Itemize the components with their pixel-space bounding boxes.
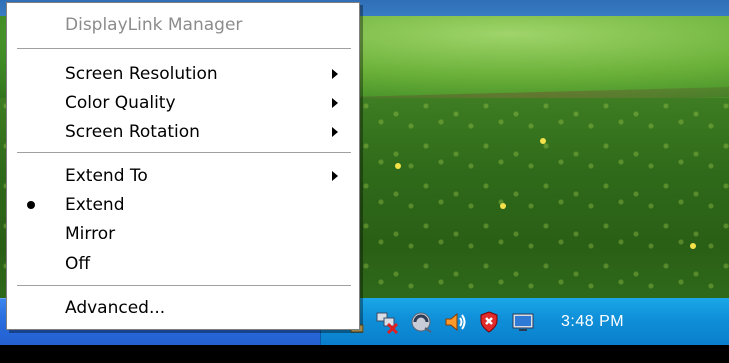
volume-icon[interactable] xyxy=(443,310,467,334)
menu-item-screen-resolution[interactable]: Screen Resolution xyxy=(7,59,359,89)
menu-item-advanced[interactable]: Advanced... xyxy=(7,293,359,323)
menu-header: DisplayLink Manager xyxy=(65,15,243,35)
flower xyxy=(395,163,401,169)
menu-item-color-quality[interactable]: Color Quality xyxy=(7,88,359,118)
menu-item-label: Off xyxy=(65,254,91,274)
screen-bottom-edge xyxy=(0,345,729,363)
menu-item-label: Color Quality xyxy=(65,93,176,113)
menu-item-label: Advanced... xyxy=(65,298,166,318)
menu-separator xyxy=(17,48,351,50)
menu-item-extend[interactable]: Extend xyxy=(7,190,359,220)
flower xyxy=(540,138,546,144)
menu-separator xyxy=(17,285,351,287)
submenu-arrow-icon xyxy=(332,98,338,108)
submenu-arrow-icon xyxy=(332,69,338,79)
menu-item-extend-to[interactable]: Extend To xyxy=(7,161,359,191)
menu-item-screen-rotation[interactable]: Screen Rotation xyxy=(7,117,359,147)
menu-item-off[interactable]: Off xyxy=(7,249,359,279)
taskbar-clock[interactable]: 3:48 PM xyxy=(561,313,624,331)
flower xyxy=(690,243,696,249)
menu-item-label: Screen Rotation xyxy=(65,122,200,142)
system-tray: 3:48 PM xyxy=(320,298,729,345)
flower xyxy=(500,203,506,209)
menu-item-label: Mirror xyxy=(65,224,116,244)
menu-item-label: Extend xyxy=(65,195,125,215)
security-shield-icon[interactable] xyxy=(477,310,501,334)
menu-separator xyxy=(17,152,351,154)
menu-item-label: Screen Resolution xyxy=(65,64,218,84)
network-disconnected-icon[interactable] xyxy=(375,310,399,334)
monitor-icon[interactable] xyxy=(511,310,535,334)
displaylink-context-menu: DisplayLink Manager Screen Resolution Co… xyxy=(6,2,360,330)
displaylink-icon[interactable] xyxy=(409,310,433,334)
selected-bullet-icon xyxy=(27,201,35,209)
menu-item-mirror[interactable]: Mirror xyxy=(7,219,359,249)
menu-item-label: Extend To xyxy=(65,166,148,186)
submenu-arrow-icon xyxy=(332,171,338,181)
submenu-arrow-icon xyxy=(332,127,338,137)
